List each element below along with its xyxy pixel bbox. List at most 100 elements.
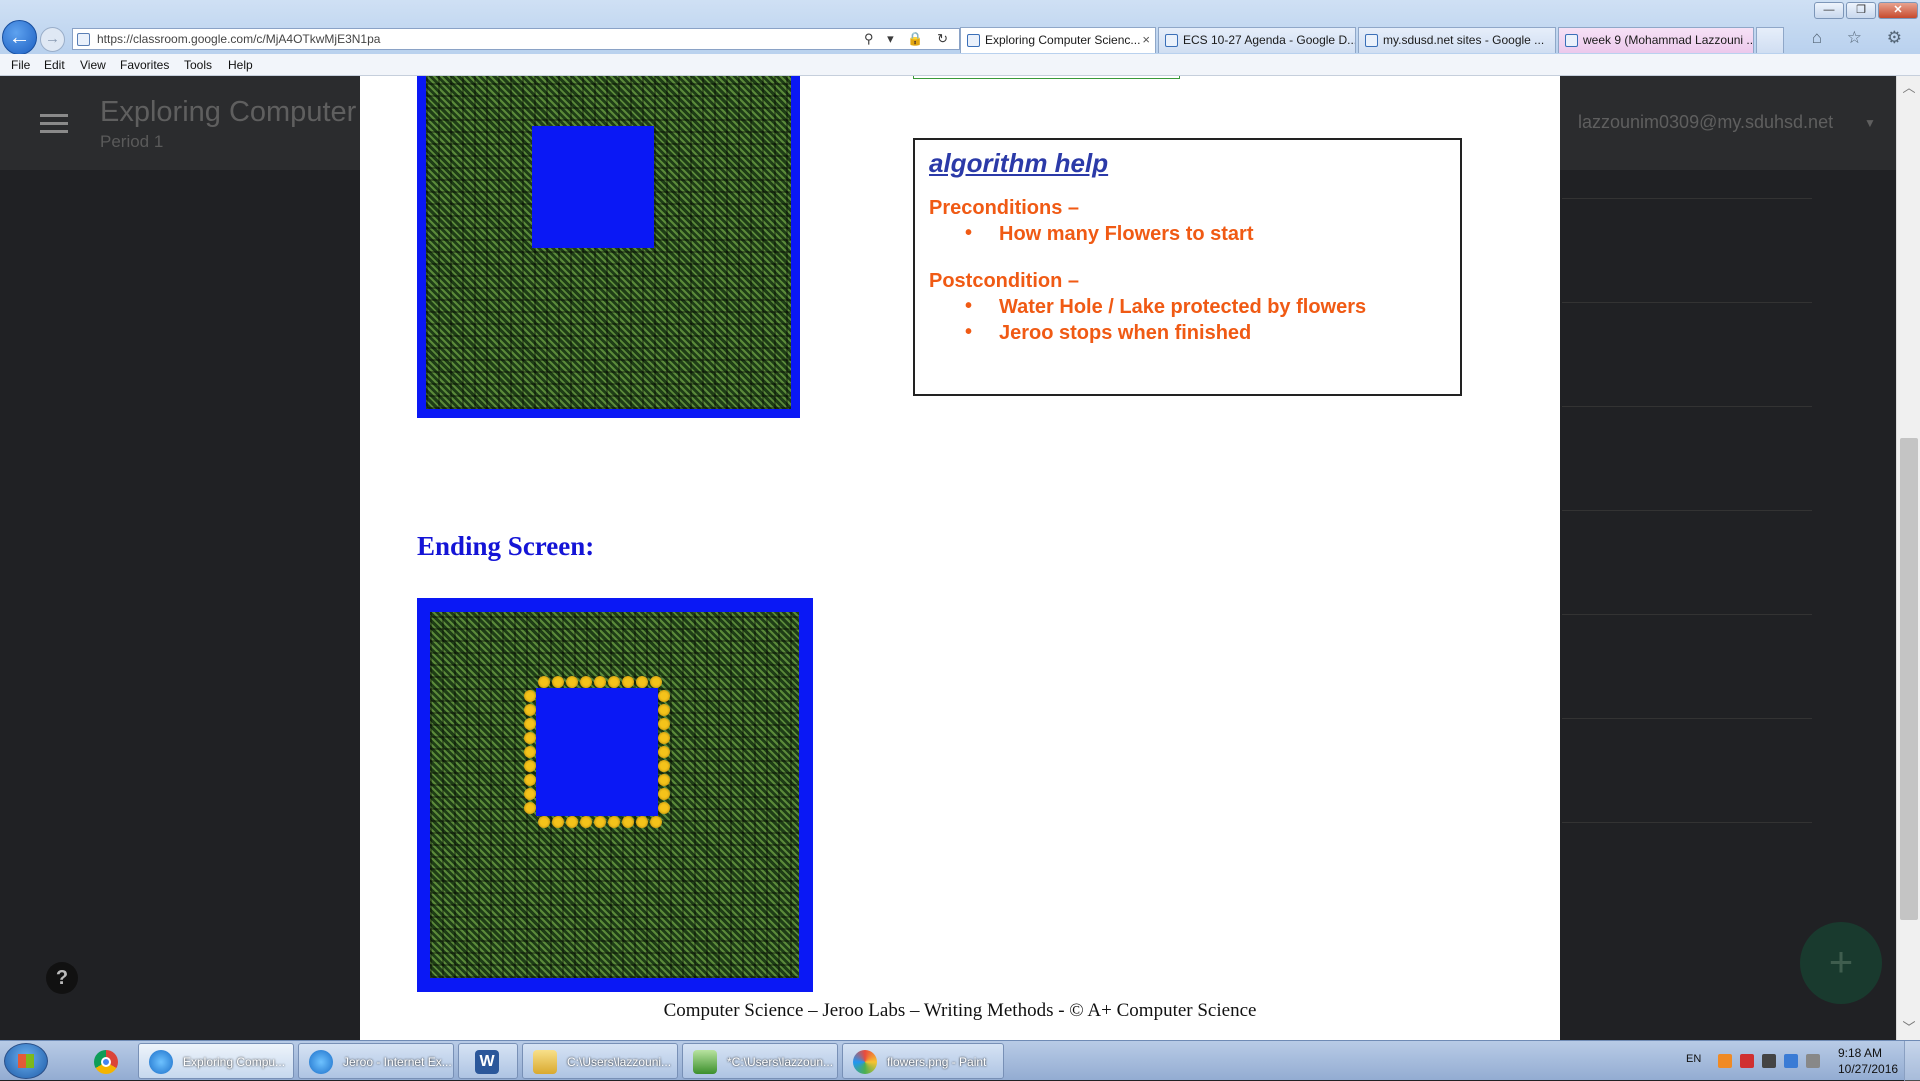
flower-icon (524, 788, 536, 800)
windows-taskbar: Exploring Compu... Jeroo - Internet Ex..… (0, 1040, 1920, 1081)
flower-icon (594, 676, 606, 688)
scrollbar-thumb[interactable] (1900, 438, 1918, 920)
algorithm-help-title: algorithm help (929, 148, 1109, 178)
menu-favorites[interactable]: Favorites (120, 58, 169, 72)
tray-update-icon[interactable] (1784, 1054, 1798, 1068)
scroll-down-icon[interactable]: ﹀ (1897, 1016, 1920, 1040)
taskbar-label: Exploring Compu... (183, 1055, 286, 1069)
flower-icon (524, 704, 536, 716)
vertical-scrollbar[interactable]: ︿ ﹀ (1896, 76, 1920, 1040)
taskbar-label: C:\Users\lazzouni... (567, 1055, 672, 1069)
sites-icon (1565, 34, 1578, 47)
hamburger-menu-icon[interactable] (40, 114, 68, 134)
taskbar-item-paint[interactable]: flowers.png - Paint (842, 1043, 1004, 1079)
flower-icon (524, 718, 536, 730)
language-indicator[interactable]: EN (1686, 1053, 1701, 1065)
close-window-button[interactable]: ✕ (1878, 2, 1918, 19)
menu-view[interactable]: View (80, 58, 106, 72)
ending-screen-heading: Ending Screen: (417, 531, 595, 561)
flower-icon (658, 732, 670, 744)
stream-divider (1562, 718, 1812, 719)
stream-divider (1562, 510, 1812, 511)
address-url[interactable]: https://classroom.google.com/c/MjA4OTkwM… (97, 32, 380, 46)
jeroo-file-icon (693, 1050, 717, 1074)
flower-icon (658, 760, 670, 772)
taskbar-item-jeroo[interactable]: Jeroo - Internet Ex... (298, 1043, 454, 1079)
flower-icon (658, 788, 670, 800)
new-tab-button[interactable] (1756, 27, 1784, 53)
scroll-up-icon[interactable]: ︿ (1897, 76, 1920, 100)
flower-icon (580, 816, 592, 828)
preconditions-heading: Preconditions – (929, 197, 1080, 219)
precondition-item: How many Flowers to start (965, 222, 1446, 246)
tab-ecs-agenda[interactable]: ECS 10-27 Agenda - Google D... (1158, 27, 1356, 53)
flower-icon (636, 676, 648, 688)
paint-icon (853, 1050, 877, 1074)
volume-muted-icon[interactable] (1806, 1054, 1820, 1068)
address-bar[interactable]: https://classroom.google.com/c/MjA4OTkwM… (72, 28, 960, 50)
menu-tools[interactable]: Tools (184, 58, 212, 72)
flower-icon (580, 676, 592, 688)
stream-divider (1562, 406, 1812, 407)
flower-icon (658, 746, 670, 758)
taskbar-item-word[interactable]: W (458, 1043, 518, 1079)
chrome-icon[interactable] (78, 1043, 134, 1079)
flower-icon (566, 676, 578, 688)
menu-file[interactable]: File (11, 58, 30, 72)
minimize-button[interactable]: — (1814, 2, 1844, 19)
flower-icon (608, 676, 620, 688)
folder-icon (533, 1050, 557, 1074)
show-desktop-button[interactable] (1904, 1041, 1920, 1081)
tab-exploring-computer-science[interactable]: Exploring Computer Scienc... × (960, 27, 1156, 53)
tray-flag-icon[interactable] (1740, 1054, 1754, 1068)
tray-network-icon[interactable] (1762, 1054, 1776, 1068)
flower-icon (650, 676, 662, 688)
ie-page-icon (967, 34, 980, 47)
forward-icon[interactable]: → (40, 27, 65, 52)
flower-icon (538, 816, 550, 828)
flower-icon (658, 718, 670, 730)
flower-icon (524, 760, 536, 772)
tab-label: week 9 (Mohammad Lazzouni ... (1583, 33, 1754, 47)
add-fab-button[interactable]: + (1800, 922, 1882, 1004)
close-tab-icon[interactable]: × (1142, 32, 1150, 47)
tab-label: ECS 10-27 Agenda - Google D... (1183, 33, 1356, 47)
flower-icon (566, 816, 578, 828)
flower-icon (636, 816, 648, 828)
word-icon: W (475, 1050, 499, 1074)
restore-button[interactable]: ❐ (1846, 2, 1876, 19)
page-favicon-icon (77, 33, 90, 46)
sites-icon (1365, 34, 1378, 47)
clock-date[interactable]: 10/27/2016 (1838, 1062, 1898, 1076)
help-button[interactable]: ? (46, 962, 78, 994)
tray-app-icon[interactable] (1718, 1054, 1732, 1068)
address-bar-icons[interactable]: ⚲ ▾ 🔒 ↻ (864, 31, 953, 47)
chevron-down-icon[interactable]: ▼ (1864, 116, 1876, 130)
flower-icon (594, 816, 606, 828)
start-button[interactable] (4, 1043, 48, 1079)
document-preview: algorithm help Preconditions – How many … (360, 76, 1560, 1040)
flower-icon (658, 802, 670, 814)
clock-time[interactable]: 9:18 AM (1838, 1046, 1882, 1060)
taskbar-item-exploring[interactable]: Exploring Compu... (138, 1043, 294, 1079)
tab-label: my.sdusd.net sites - Google ... (1383, 33, 1545, 47)
ie-icon (309, 1050, 333, 1074)
taskbar-item-folder[interactable]: C:\Users\lazzouni... (522, 1043, 678, 1079)
course-title[interactable]: Exploring Computer (100, 96, 356, 129)
menu-help[interactable]: Help (228, 58, 253, 72)
flower-icon (538, 676, 550, 688)
tab-sdusd-sites[interactable]: my.sdusd.net sites - Google ... (1358, 27, 1556, 53)
flower-icon (622, 676, 634, 688)
back-icon[interactable]: ← (2, 20, 37, 55)
postcondition-item: Water Hole / Lake protected by flowers (965, 295, 1446, 319)
menu-edit[interactable]: Edit (44, 58, 65, 72)
account-email[interactable]: lazzounim0309@my.sduhsd.net (1578, 112, 1833, 133)
flower-icon (552, 816, 564, 828)
home-favorites-tools-icons[interactable]: ⌂ ☆ ⚙ (1812, 28, 1912, 48)
taskbar-item-jeroo-file[interactable]: *C:\Users\lazzoun... (682, 1043, 838, 1079)
flower-icon (524, 690, 536, 702)
flower-icon (552, 676, 564, 688)
postcondition-item: Jeroo stops when finished (965, 321, 1446, 345)
tab-week-9[interactable]: week 9 (Mohammad Lazzouni ... (1558, 27, 1754, 53)
flower-icon (658, 690, 670, 702)
